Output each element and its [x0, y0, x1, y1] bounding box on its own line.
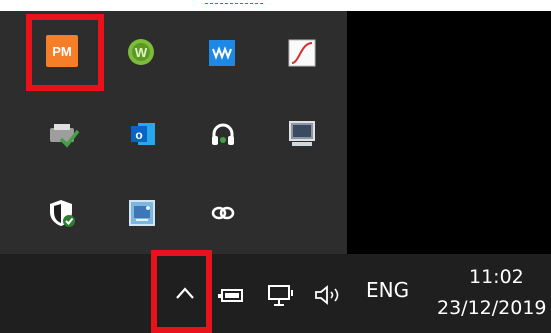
network-adapter-icon[interactable] — [120, 191, 164, 235]
headset-icon[interactable] — [201, 113, 245, 157]
pm-highlight-box — [26, 14, 104, 91]
shield-security-icon[interactable] — [40, 191, 84, 235]
curve-chart-icon[interactable] — [280, 31, 324, 75]
desktop-background — [347, 11, 551, 254]
monitor-icon[interactable] — [280, 112, 324, 156]
clock-date: 23/12/2019 — [437, 297, 547, 319]
clock-time: 11:02 — [469, 266, 524, 288]
tray-overflow-panel: PM W o — [0, 11, 347, 254]
waves-icon[interactable] — [200, 31, 244, 75]
input-language-indicator[interactable]: ENG — [366, 278, 409, 302]
desktop-area — [0, 0, 551, 11]
creative-cloud-icon[interactable] — [201, 191, 245, 235]
clock[interactable]: 11:02 23/12/2019 — [437, 262, 551, 324]
outlook-icon-label: o — [135, 128, 142, 142]
outlook-icon[interactable]: o — [121, 112, 165, 156]
red-dashed-mark — [205, 3, 263, 4]
w-app-icon-label: W — [135, 45, 148, 60]
battery-icon[interactable] — [214, 278, 248, 312]
w-app-icon[interactable]: W — [119, 30, 163, 74]
network-icon[interactable] — [264, 278, 298, 312]
volume-icon[interactable] — [310, 278, 348, 312]
taskbar: ENG 11:02 23/12/2019 — [0, 250, 551, 333]
chevron-highlight-box — [151, 250, 212, 333]
printer-check-icon[interactable] — [42, 113, 86, 157]
